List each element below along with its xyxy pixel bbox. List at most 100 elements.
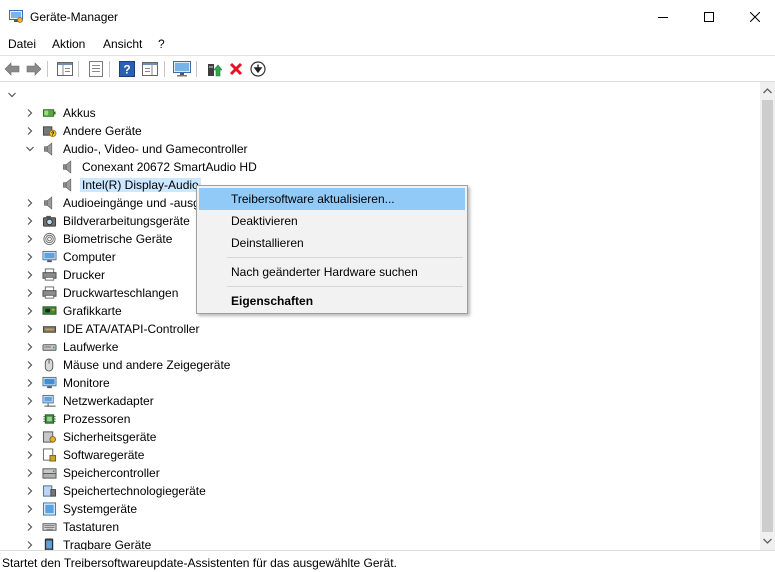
camera-icon xyxy=(42,215,57,227)
scan-hardware-button[interactable] xyxy=(173,60,191,78)
chevron-right-icon[interactable] xyxy=(26,379,34,387)
chevron-right-icon[interactable] xyxy=(26,451,34,459)
category-item[interactable]: Tragbare Geräte xyxy=(0,536,760,550)
chevron-right-icon[interactable] xyxy=(26,109,34,117)
chevron-down-icon[interactable] xyxy=(26,145,34,153)
chevron-right-icon[interactable] xyxy=(26,217,34,225)
security-device-icon xyxy=(42,431,57,443)
scroll-down-icon[interactable] xyxy=(763,538,772,544)
chevron-right-icon[interactable] xyxy=(26,433,34,441)
help-icon: ? xyxy=(119,61,135,77)
update-driver-icon xyxy=(208,64,222,77)
device-item[interactable]: Conexant 20672 SmartAudio HD xyxy=(0,158,760,176)
status-text: Startet den Treibersoftwareupdate-Assist… xyxy=(2,556,397,570)
unknown-device-icon: ? xyxy=(42,126,57,138)
menu-item-label: Treibersoftware aktualisieren... xyxy=(231,192,395,206)
show-hide-tree-button[interactable] xyxy=(56,60,74,78)
category-label: Prozessoren xyxy=(63,412,131,426)
category-label: Netzwerkadapter xyxy=(63,394,154,408)
category-item[interactable]: Sicherheitsgeräte xyxy=(0,428,760,446)
menu-help[interactable]: ? xyxy=(158,37,165,51)
maximize-button[interactable] xyxy=(686,0,732,33)
category-item[interactable]: Laufwerke xyxy=(0,338,760,356)
category-label: Conexant 20672 SmartAudio HD xyxy=(82,160,257,174)
menu-bar: Datei Aktion Ansicht ? xyxy=(0,33,775,55)
chevron-right-icon[interactable] xyxy=(26,253,34,261)
chevron-right-icon[interactable] xyxy=(26,271,34,279)
category-item[interactable]: Speichercontroller xyxy=(0,464,760,482)
chevron-right-icon[interactable] xyxy=(26,199,34,207)
scrollbar-thumb[interactable] xyxy=(762,100,773,532)
menu-item-uninstall[interactable]: Deinstallieren xyxy=(199,232,465,254)
context-menu: Treibersoftware aktualisieren... Deaktiv… xyxy=(196,185,468,314)
close-button[interactable] xyxy=(732,0,775,33)
category-label: Bildverarbeitungsgeräte xyxy=(63,214,190,228)
chevron-right-icon[interactable] xyxy=(26,469,34,477)
category-item[interactable]: IDE ATA/ATAPI-Controller xyxy=(0,320,760,338)
monitor-scan-icon xyxy=(173,61,191,77)
category-label: Mäuse und andere Zeigegeräte xyxy=(63,358,231,372)
category-label: Andere Geräte xyxy=(63,124,142,138)
title-bar: Geräte-Manager xyxy=(0,0,775,33)
category-item[interactable]: Prozessoren xyxy=(0,410,760,428)
menu-aktion[interactable]: Aktion xyxy=(52,37,85,51)
category-label: Laufwerke xyxy=(63,340,119,354)
category-item[interactable]: Mäuse und andere Zeigegeräte xyxy=(0,356,760,374)
battery-icon xyxy=(42,109,56,117)
back-button[interactable] xyxy=(3,60,21,78)
category-item[interactable]: Netzwerkadapter xyxy=(0,392,760,410)
category-item[interactable]: Softwaregeräte xyxy=(0,446,760,464)
category-item[interactable]: Akkus xyxy=(0,104,760,122)
menu-item-disable[interactable]: Deaktivieren xyxy=(199,210,465,232)
arrow-right-icon xyxy=(26,62,42,76)
chevron-right-icon[interactable] xyxy=(26,415,34,423)
chevron-right-icon[interactable] xyxy=(26,289,34,297)
chevron-right-icon[interactable] xyxy=(26,325,34,333)
chevron-right-icon[interactable] xyxy=(26,235,34,243)
uninstall-button[interactable] xyxy=(227,60,245,78)
speaker-icon xyxy=(63,160,72,174)
enable-device-button[interactable] xyxy=(249,60,267,78)
help-button[interactable]: ? xyxy=(118,60,136,78)
chevron-right-icon[interactable] xyxy=(26,343,34,351)
properties-icon xyxy=(89,61,103,77)
chevron-right-icon[interactable] xyxy=(26,523,34,531)
chevron-right-icon[interactable] xyxy=(26,397,34,405)
category-item[interactable]: Audio-, Video- und Gamecontroller xyxy=(0,140,760,158)
chevron-right-icon[interactable] xyxy=(26,307,34,315)
chevron-down-icon[interactable] xyxy=(8,91,16,99)
category-item[interactable]: Systemgeräte xyxy=(0,500,760,518)
tree-root[interactable] xyxy=(0,86,760,104)
system-device-icon xyxy=(42,502,57,516)
update-driver-button[interactable] xyxy=(205,60,223,78)
menu-item-properties[interactable]: Eigenschaften xyxy=(199,290,465,312)
menu-separator xyxy=(227,286,463,287)
toolbar-separator xyxy=(78,61,79,77)
menu-item-update-driver[interactable]: Treibersoftware aktualisieren... xyxy=(199,188,465,210)
action-pane-button[interactable] xyxy=(141,60,159,78)
category-item[interactable]: Tastaturen xyxy=(0,518,760,536)
chevron-right-icon[interactable] xyxy=(26,361,34,369)
category-label: Druckwarteschlangen xyxy=(63,286,179,300)
menu-ansicht[interactable]: Ansicht xyxy=(103,37,142,51)
chevron-right-icon[interactable] xyxy=(26,541,34,549)
forward-button[interactable] xyxy=(25,60,43,78)
window-title: Geräte-Manager xyxy=(30,10,119,24)
chevron-right-icon[interactable] xyxy=(26,127,34,135)
vertical-scrollbar[interactable] xyxy=(760,82,775,550)
chevron-right-icon[interactable] xyxy=(26,505,34,513)
minimize-button[interactable] xyxy=(640,0,686,33)
category-item[interactable]: Speichertechnologiegeräte xyxy=(0,482,760,500)
printer-icon xyxy=(42,268,57,281)
menu-item-label: Deaktivieren xyxy=(231,214,298,228)
menu-datei[interactable]: Datei xyxy=(8,37,36,51)
category-item[interactable]: ? Andere Geräte xyxy=(0,122,760,140)
properties-button[interactable] xyxy=(87,60,105,78)
category-label: Softwaregeräte xyxy=(63,448,145,462)
category-item[interactable]: Monitore xyxy=(0,374,760,392)
storage-tech-icon xyxy=(42,485,57,497)
scroll-up-icon[interactable] xyxy=(763,88,772,94)
menu-item-scan-hardware[interactable]: Nach geänderter Hardware suchen xyxy=(199,261,465,283)
chevron-right-icon[interactable] xyxy=(26,487,34,495)
menu-item-label: Eigenschaften xyxy=(231,294,314,308)
